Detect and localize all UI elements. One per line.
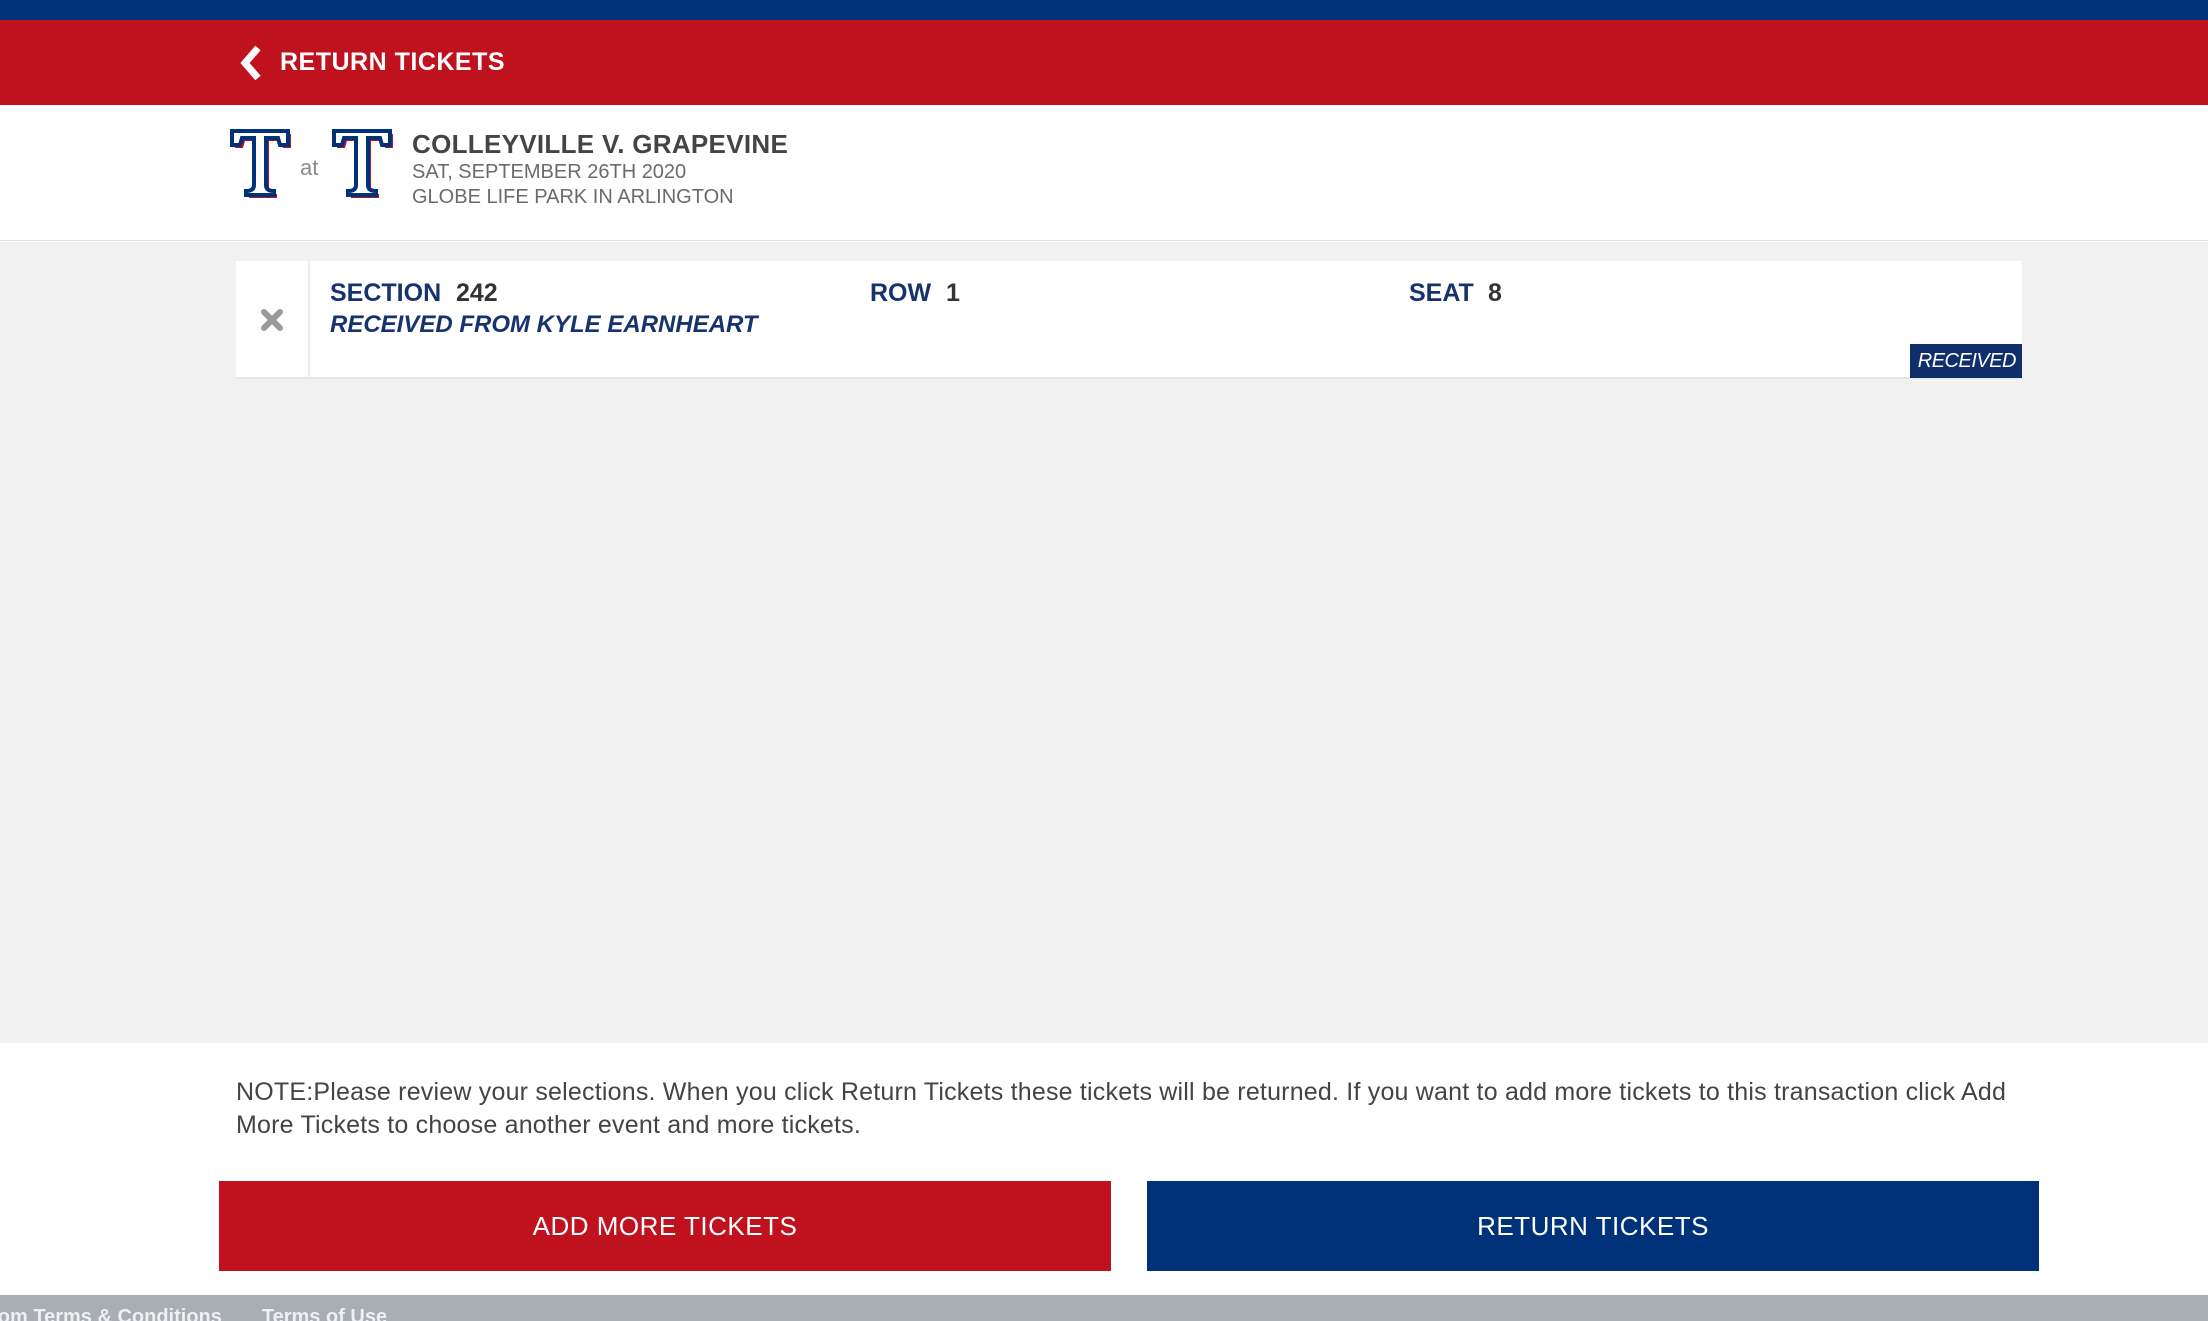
add-more-tickets-button[interactable]: ADD MORE TICKETS xyxy=(219,1181,1111,1271)
return-tickets-button[interactable]: RETURN TICKETS xyxy=(1147,1181,2039,1271)
close-x-icon xyxy=(260,308,284,332)
chevron-left-icon xyxy=(240,45,262,81)
seat-value: 8 xyxy=(1488,279,1502,307)
back-button[interactable]: RETURN TICKETS xyxy=(240,20,505,105)
event-title: COLLEYVILLE V. GRAPEVINE xyxy=(412,129,789,159)
top-accent-strip xyxy=(0,0,2208,20)
review-note: NOTE:Please review your selections. When… xyxy=(236,1078,2007,1139)
ticket-card: SECTION 242 ROW 1 SEAT 8 RECEIVED FROM K… xyxy=(236,261,2022,379)
status-badge: RECEIVED xyxy=(1909,344,2022,378)
event-summary: at COLLEYVILLE V. GRAPEVINE SAT, SEPTEMB… xyxy=(0,105,2208,241)
back-button-label: RETURN TICKETS xyxy=(280,48,506,76)
remove-ticket-button[interactable] xyxy=(236,261,310,379)
section-label: SECTION xyxy=(330,279,442,307)
footer-link-terms-of-use[interactable]: Terms of Use xyxy=(262,1306,387,1321)
footer-link-terms-conditions[interactable]: ...com Terms & Conditions xyxy=(0,1306,222,1321)
event-date: SAT, SEPTEMBER 26TH 2020 xyxy=(412,161,687,183)
away-team-logo-icon xyxy=(230,129,294,201)
row-label: ROW xyxy=(870,279,932,307)
event-venue: GLOBE LIFE PARK IN ARLINGTON xyxy=(412,186,734,208)
received-from-text: RECEIVED FROM KYLE EARNHEART xyxy=(330,311,758,338)
footer: ...com Terms & Conditions Terms of Use xyxy=(0,1295,2208,1321)
row-value: 1 xyxy=(946,279,960,307)
seat-label: SEAT xyxy=(1409,279,1474,307)
at-label: at xyxy=(300,155,319,180)
home-team-logo-icon xyxy=(332,129,396,201)
section-value: 242 xyxy=(456,279,498,307)
